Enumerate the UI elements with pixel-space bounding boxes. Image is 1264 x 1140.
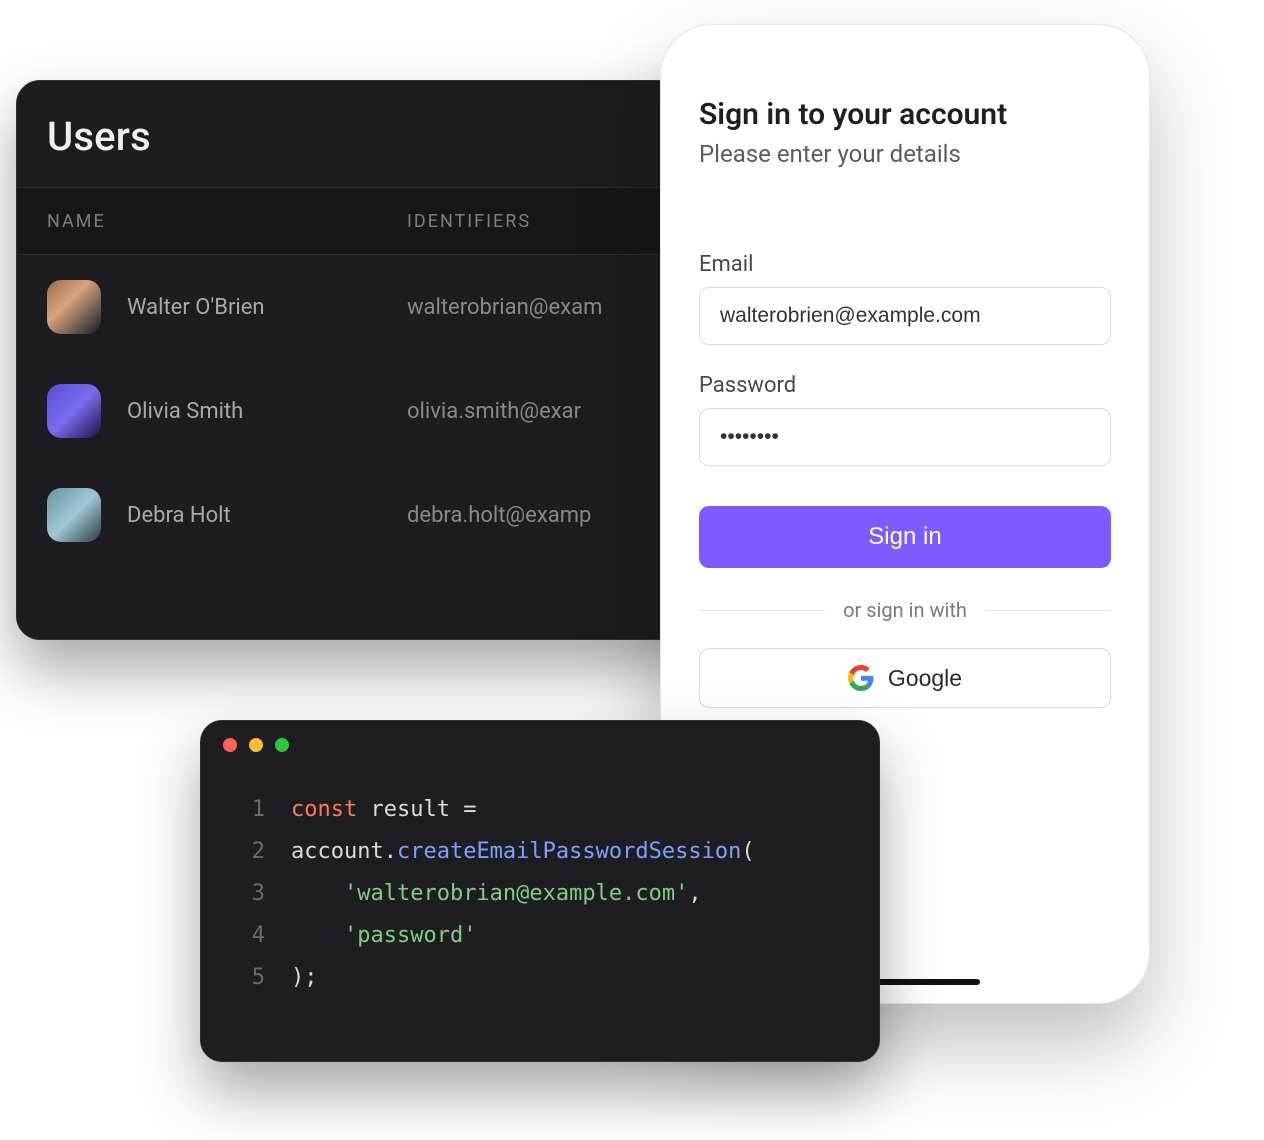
password-field[interactable]	[699, 408, 1111, 466]
column-name-header: NAME	[47, 211, 407, 232]
user-name: Walter O'Brien	[127, 295, 407, 320]
signin-button[interactable]: Sign in	[699, 506, 1111, 568]
window-minimize-icon[interactable]	[249, 738, 263, 752]
code-identifier: result	[370, 797, 449, 822]
avatar	[47, 384, 101, 438]
users-title: Users	[47, 113, 151, 160]
divider-line	[985, 610, 1111, 611]
email-label: Email	[699, 252, 1111, 277]
line-number: 3	[225, 873, 265, 915]
line-number: 2	[225, 831, 265, 873]
line-number: 4	[225, 915, 265, 957]
password-label: Password	[699, 373, 1111, 398]
code-body: 1 const result = 2 account.createEmailPass…	[201, 769, 879, 1019]
oauth-divider: or sign in with	[699, 598, 1111, 622]
user-name: Debra Holt	[127, 503, 407, 528]
line-number: 1	[225, 789, 265, 831]
code-keyword: const	[291, 797, 357, 822]
avatar	[47, 488, 101, 542]
divider-line	[699, 610, 825, 611]
email-field[interactable]	[699, 287, 1111, 345]
code-comma: ,	[688, 881, 701, 906]
google-oauth-button[interactable]: Google	[699, 648, 1111, 708]
window-titlebar	[201, 721, 879, 769]
code-panel: 1 const result = 2 account.createEmailPass…	[200, 720, 880, 1062]
code-function: createEmailPasswordSession	[397, 839, 741, 864]
window-close-icon[interactable]	[223, 738, 237, 752]
code-string: 'password'	[344, 923, 476, 948]
code-string: 'walterobrian@example.com'	[344, 881, 688, 906]
google-oauth-label: Google	[888, 665, 962, 692]
avatar	[47, 280, 101, 334]
divider-text: or sign in with	[843, 598, 967, 622]
google-icon	[848, 665, 874, 691]
line-number: 5	[225, 957, 265, 999]
user-name: Olivia Smith	[127, 399, 407, 424]
code-paren: (	[741, 839, 754, 864]
code-dot: .	[384, 839, 397, 864]
signin-subtitle: Please enter your details	[699, 140, 1111, 168]
signin-title: Sign in to your account	[699, 97, 1111, 132]
window-zoom-icon[interactable]	[275, 738, 289, 752]
code-paren: );	[291, 965, 318, 990]
code-identifier: account	[291, 839, 384, 864]
code-operator: =	[463, 797, 476, 822]
